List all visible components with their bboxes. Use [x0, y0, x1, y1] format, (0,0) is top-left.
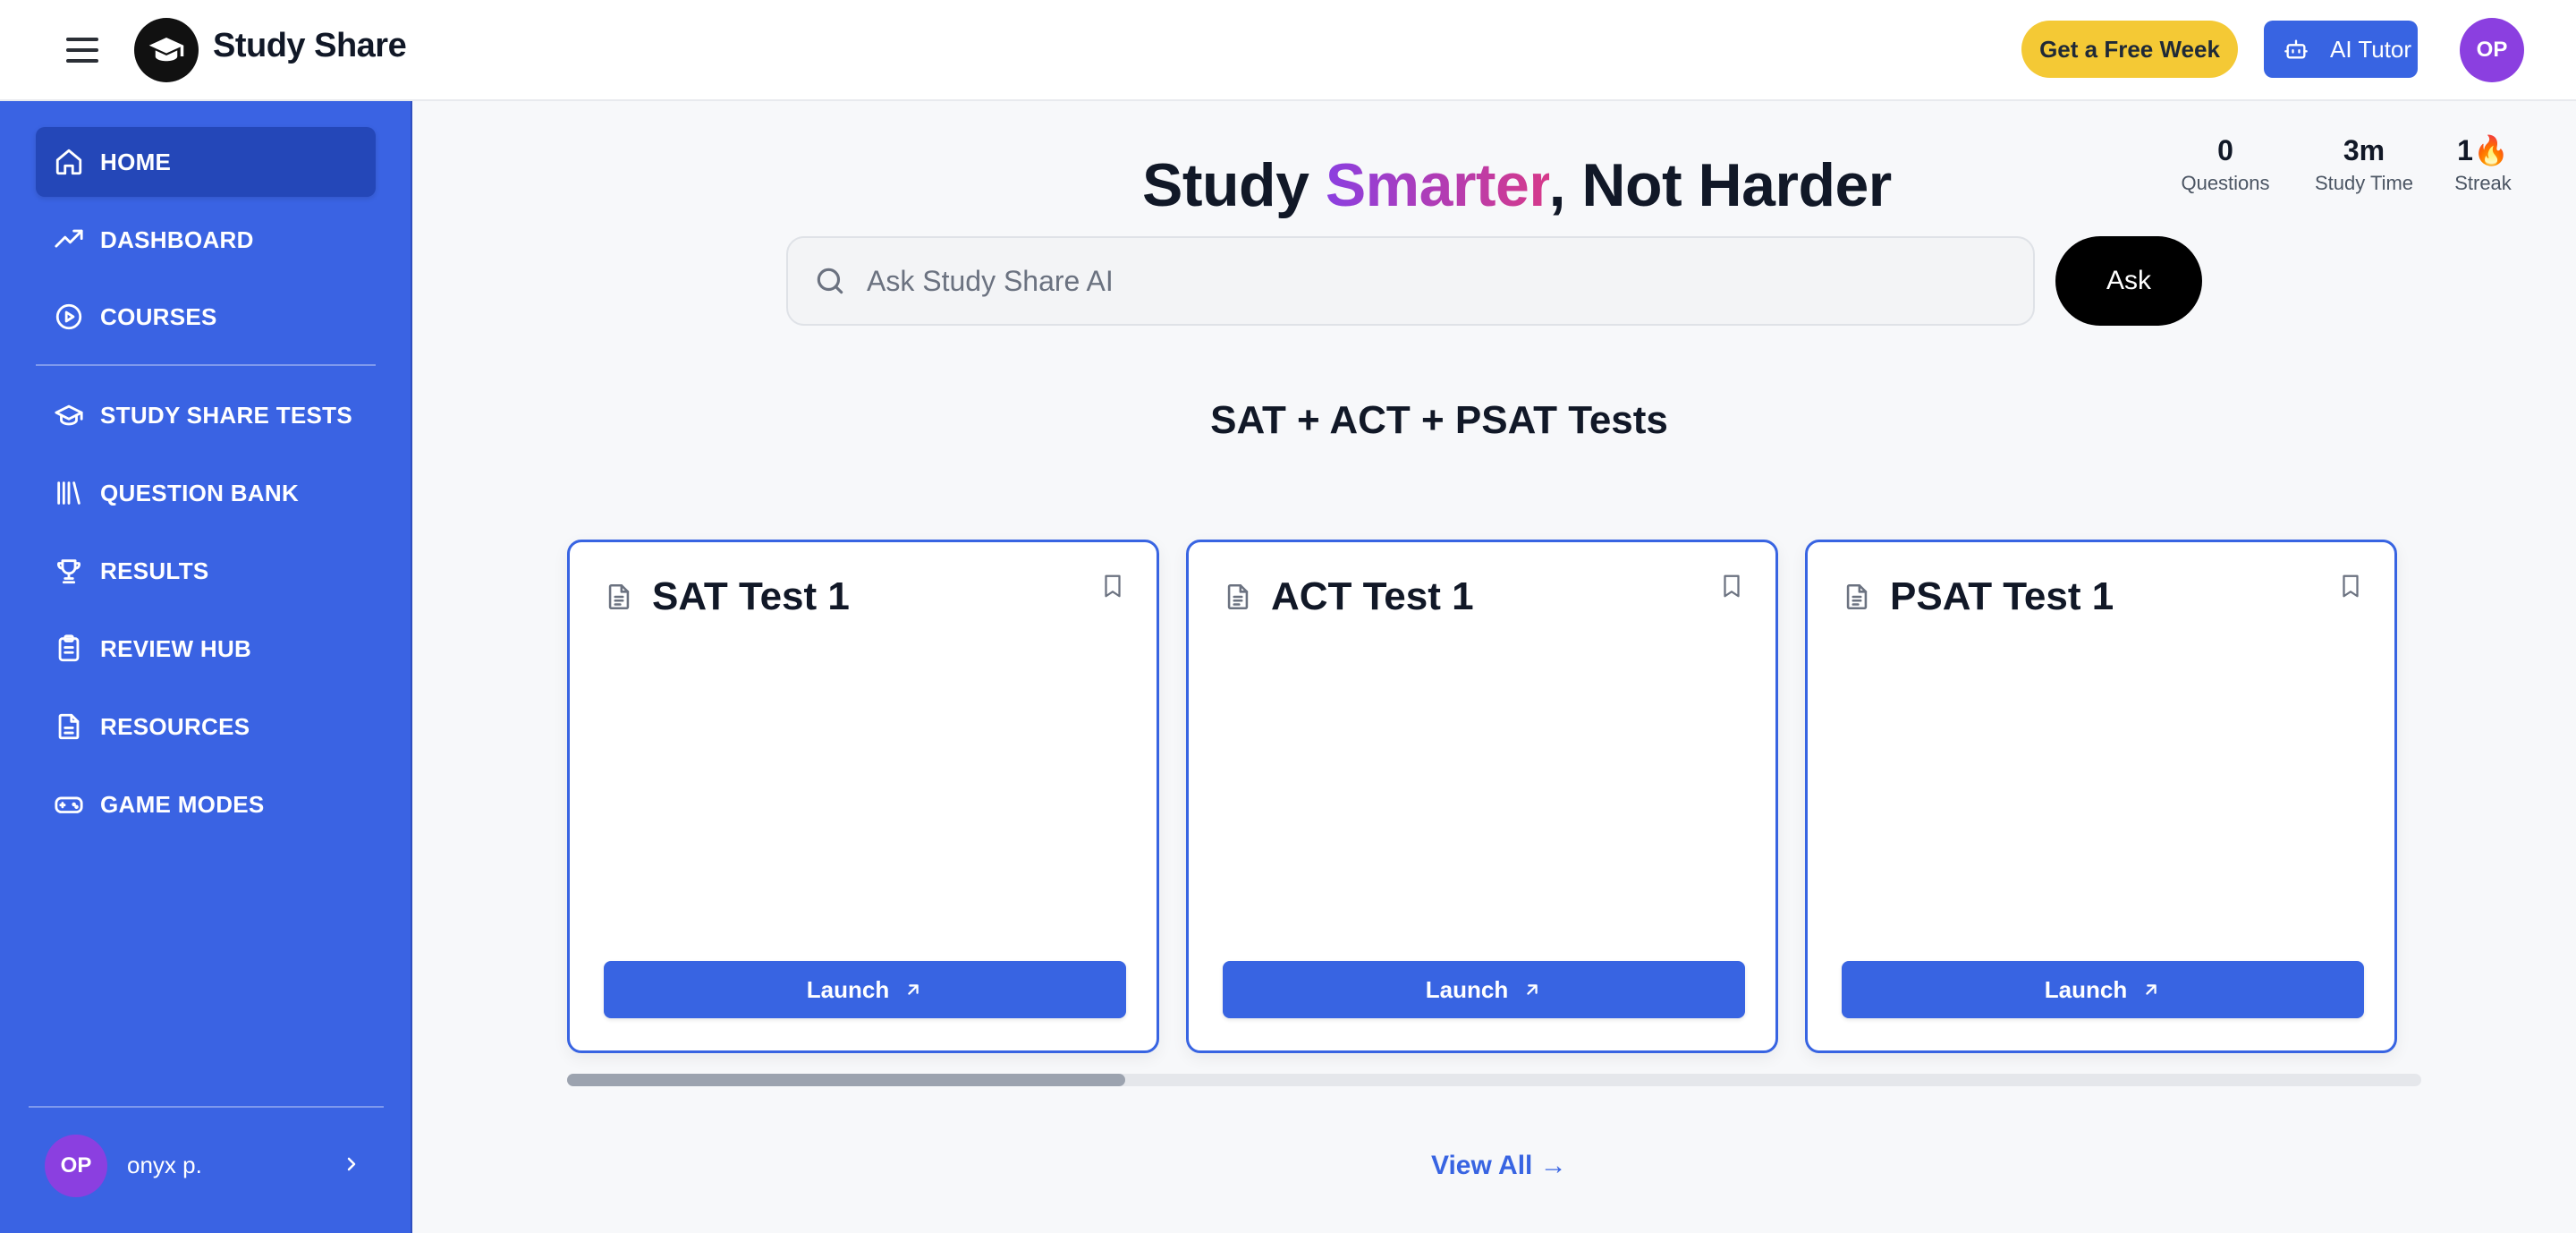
card-title-row: SAT Test 1: [604, 574, 850, 619]
sidebar-item-resources[interactable]: RESOURCES: [36, 692, 376, 761]
headline-word-study: Study: [1142, 151, 1309, 219]
launch-button[interactable]: Launch: [1223, 961, 1745, 1018]
ask-button[interactable]: Ask: [2055, 236, 2202, 326]
headline-word-smarter: Smarter: [1325, 151, 1549, 219]
page-headline: Study Smarter, Not Harder: [1142, 150, 1892, 220]
sidebar-item-dashboard[interactable]: DASHBOARD: [36, 205, 376, 275]
sidebar-item-courses[interactable]: COURSES: [36, 282, 376, 352]
hamburger-menu-icon[interactable]: [64, 34, 100, 66]
document-icon: [608, 583, 630, 610]
graduation-cap-logo-icon[interactable]: [134, 18, 199, 82]
sidebar-item-home[interactable]: HOME: [36, 127, 376, 197]
bookmark-icon[interactable]: [1099, 569, 1126, 603]
stat-value: 1🔥: [2457, 134, 2509, 166]
document-icon: [1227, 583, 1249, 610]
launch-button[interactable]: Launch: [1842, 961, 2364, 1018]
brand-name[interactable]: Study Share: [213, 27, 407, 65]
scrollbar-thumb[interactable]: [567, 1074, 1125, 1086]
test-card-psat[interactable]: PSAT Test 1 Launch: [1805, 540, 2397, 1053]
stat-value: 0: [2217, 134, 2233, 166]
stat-study-time: 3m Study Time: [2306, 132, 2422, 195]
chevron-right-icon: [347, 1157, 356, 1171]
document-icon: [1846, 583, 1868, 610]
top-bar: Study Share Get a Free Week AI Tutor OP: [0, 0, 2576, 101]
ai-tutor-label: AI Tutor: [2330, 35, 2412, 63]
test-card-sat[interactable]: SAT Test 1 Launch: [567, 540, 1159, 1053]
ai-tutor-button[interactable]: AI Tutor: [2264, 21, 2418, 78]
robot-icon: [2284, 39, 2308, 59]
stat-value: 3m: [2343, 134, 2385, 166]
sidebar-item-label: REVIEW HUB: [100, 634, 252, 662]
card-title-row: PSAT Test 1: [1842, 574, 2114, 619]
gamepad-icon: [55, 796, 83, 813]
launch-button[interactable]: Launch: [604, 961, 1126, 1018]
arrow-up-right-icon: [908, 984, 919, 995]
arrow-up-right-icon: [1527, 984, 1538, 995]
sidebar-item-review-hub[interactable]: REVIEW HUB: [36, 614, 376, 684]
sidebar-item-label: QUESTION BANK: [100, 479, 300, 506]
trending-up-icon: [55, 229, 83, 248]
sidebar-item-label: DASHBOARD: [100, 225, 254, 253]
launch-label: Launch: [2044, 975, 2128, 1003]
stat-label: Study Time: [2314, 172, 2414, 194]
sidebar-item-label: HOME: [100, 148, 172, 175]
card-title: PSAT Test 1: [1890, 574, 2114, 618]
sidebar-item-label: RESOURCES: [100, 712, 250, 740]
section-title: SAT + ACT + PSAT Tests: [1210, 398, 1668, 442]
launch-label: Launch: [1425, 975, 1509, 1003]
arrow-up-right-icon: [2146, 984, 2157, 995]
sidebar-item-results[interactable]: RESULTS: [36, 536, 376, 606]
bookmark-icon[interactable]: [2337, 569, 2364, 603]
stat-streak: 1🔥 Streak: [2444, 132, 2522, 195]
sidebar-item-label: GAME MODES: [100, 790, 265, 818]
sidebar-item-question-bank[interactable]: QUESTION BANK: [36, 458, 376, 528]
trophy-icon: [57, 559, 80, 584]
get-free-week-button[interactable]: Get a Free Week: [2021, 21, 2238, 78]
user-avatar[interactable]: OP: [2460, 18, 2524, 82]
user-name: onyx p.: [127, 1152, 202, 1178]
stat-questions: 0 Questions: [2181, 132, 2270, 195]
horizontal-scrollbar[interactable]: [567, 1074, 2421, 1086]
view-all-link[interactable]: View All →: [1431, 1151, 1567, 1181]
ai-search-box[interactable]: [786, 236, 2035, 326]
sidebar-item-label: COURSES: [100, 302, 217, 330]
headline-word-rest: , Not Harder: [1548, 151, 1893, 219]
search-icon: [817, 268, 843, 294]
card-title: SAT Test 1: [652, 574, 850, 618]
sidebar-item-label: RESULTS: [100, 557, 209, 584]
home-icon: [55, 149, 82, 175]
sidebar-item-game-modes[interactable]: GAME MODES: [36, 770, 376, 839]
sidebar-user-profile[interactable]: OP onyx p.: [0, 1108, 412, 1223]
bookmark-icon[interactable]: [1718, 569, 1745, 603]
avatar: OP: [45, 1134, 107, 1197]
play-circle-icon: [55, 303, 82, 330]
sidebar: HOME DASHBOARD COURSES STUDY SHARE TESTS…: [0, 101, 412, 1233]
test-card-act[interactable]: ACT Test 1 Launch: [1186, 540, 1778, 1053]
stat-label: Questions: [2181, 172, 2270, 194]
document-icon: [58, 713, 80, 740]
card-title: ACT Test 1: [1271, 574, 1474, 618]
clipboard-icon: [58, 634, 80, 662]
launch-label: Launch: [806, 975, 890, 1003]
card-title-row: ACT Test 1: [1223, 574, 1474, 619]
search-input[interactable]: [867, 264, 1985, 298]
sidebar-divider: [36, 364, 376, 366]
stat-label: Streak: [2454, 172, 2512, 194]
library-icon: [57, 481, 80, 505]
